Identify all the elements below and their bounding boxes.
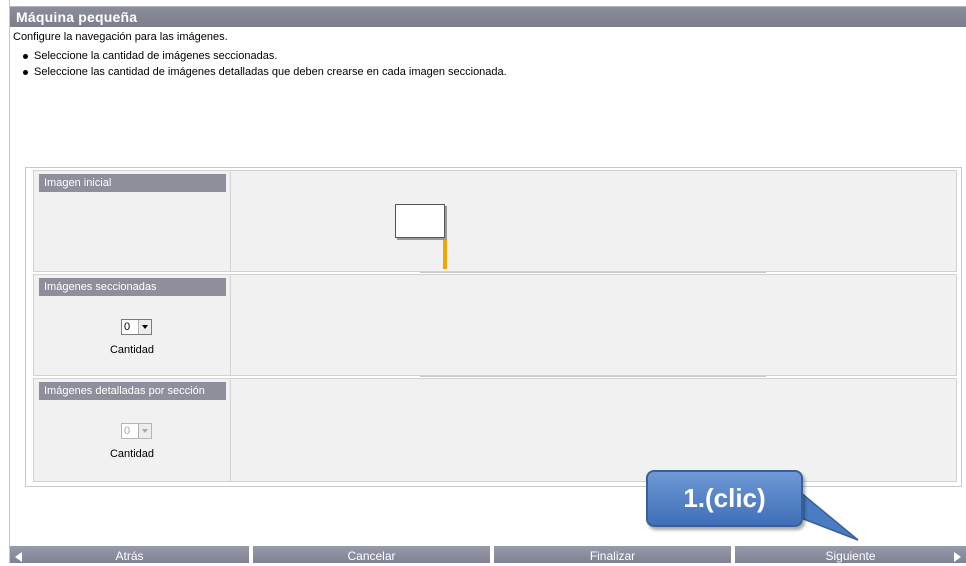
callout-pointer: [778, 491, 859, 541]
callout-annotation: 1.(clic): [646, 470, 803, 527]
